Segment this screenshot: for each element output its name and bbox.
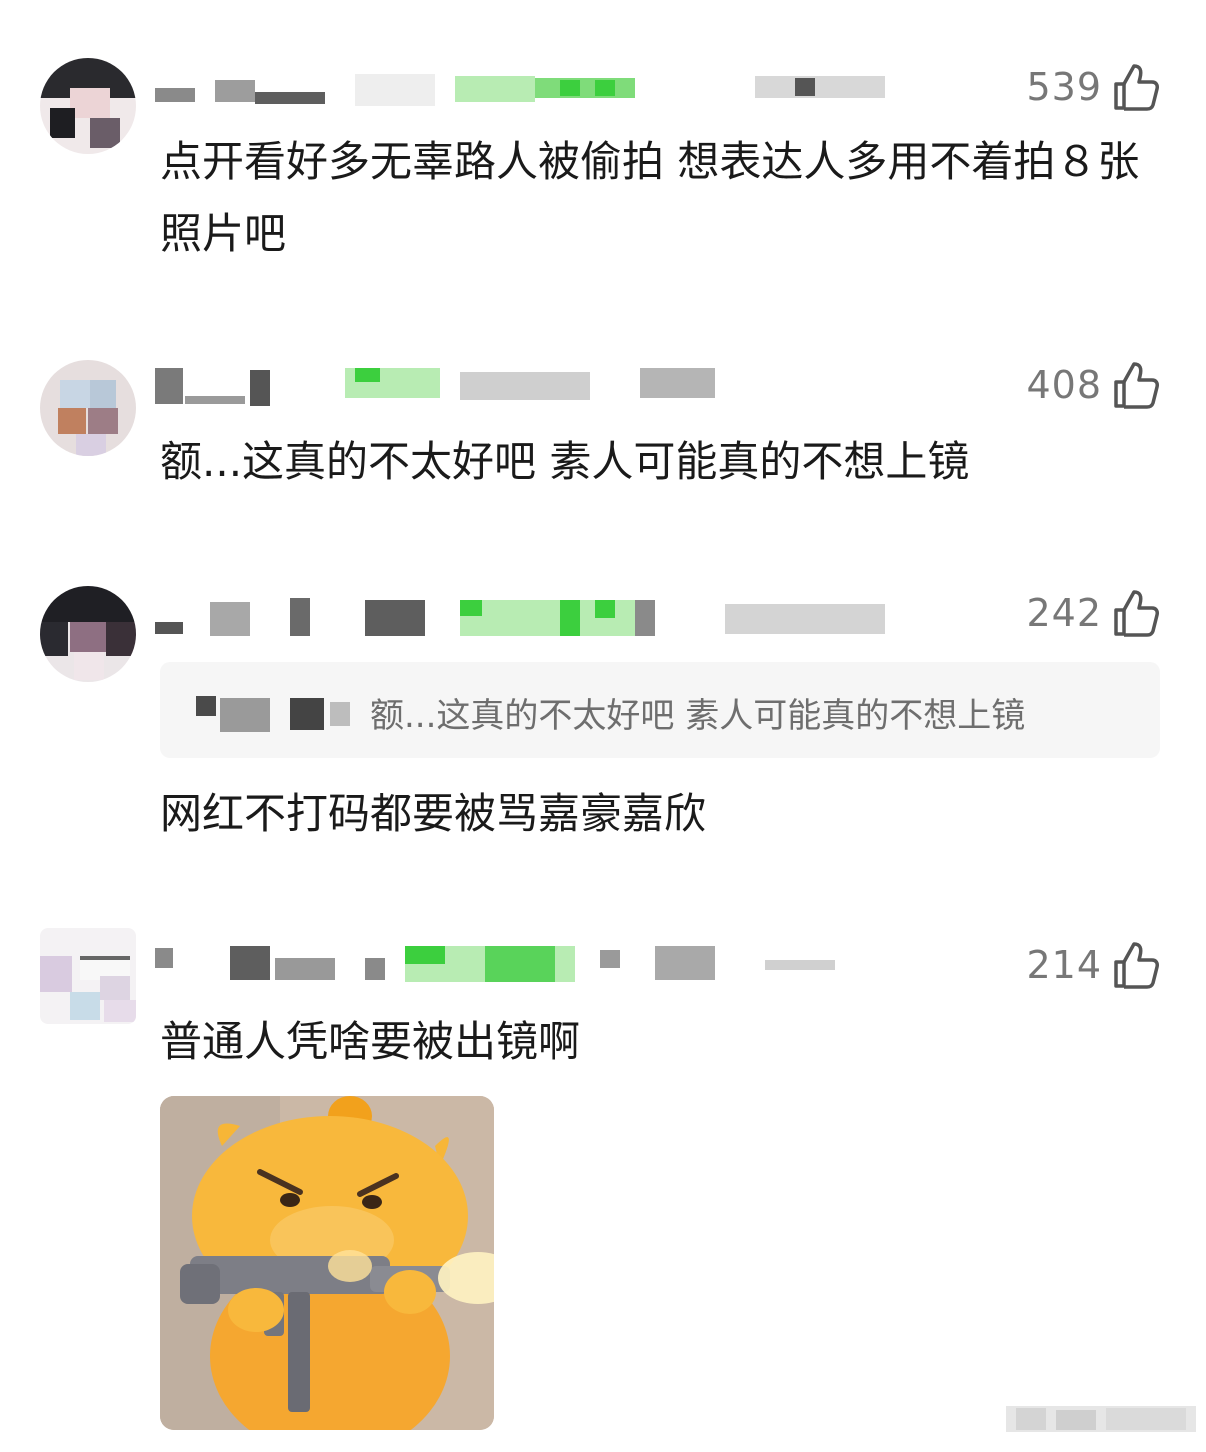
quoted-text: 额...这真的不太好吧 素人可能真的不想上镜	[370, 696, 1026, 736]
quoted-reply[interactable]: 额...这真的不太好吧 素人可能真的不想上镜	[160, 662, 1160, 758]
like-count: 242	[1026, 591, 1102, 635]
comment-text: 网红不打码都要被骂嘉豪嘉欣	[160, 789, 707, 838]
like-count: 539	[1026, 65, 1102, 109]
username-redacted[interactable]	[155, 70, 915, 110]
avatar[interactable]	[40, 58, 136, 154]
like-button[interactable]: 408	[1026, 360, 1160, 410]
username-redacted[interactable]	[155, 944, 915, 984]
like-count: 214	[1026, 943, 1102, 987]
avatar[interactable]	[40, 360, 136, 456]
avatar[interactable]	[40, 586, 136, 682]
avatar[interactable]	[40, 928, 136, 1024]
thumbs-up-icon	[1114, 942, 1159, 989]
like-button[interactable]: 242	[1026, 588, 1160, 638]
watermark	[946, 1398, 1206, 1448]
username-redacted[interactable]	[155, 368, 915, 408]
comment-text: 点开看好多无辜路人被偷拍 想表达人多用不着拍８张照片吧	[160, 137, 1140, 258]
angry-yellow-cartoon-character-with-gun	[160, 1096, 494, 1430]
thumbs-up-icon	[1114, 362, 1159, 409]
comment-text: 普通人凭啥要被出镜啊	[160, 1017, 581, 1066]
thumbs-up-icon	[1114, 590, 1159, 637]
thumbs-up-icon	[1114, 64, 1159, 111]
comment-text: 额...这真的不太好吧 素人可能真的不想上镜	[160, 437, 970, 486]
username-redacted[interactable]	[155, 598, 915, 638]
like-count: 408	[1026, 363, 1102, 407]
like-button[interactable]: 214	[1026, 940, 1160, 990]
sticker-image[interactable]	[160, 1096, 494, 1430]
like-button[interactable]: 539	[1026, 62, 1160, 112]
